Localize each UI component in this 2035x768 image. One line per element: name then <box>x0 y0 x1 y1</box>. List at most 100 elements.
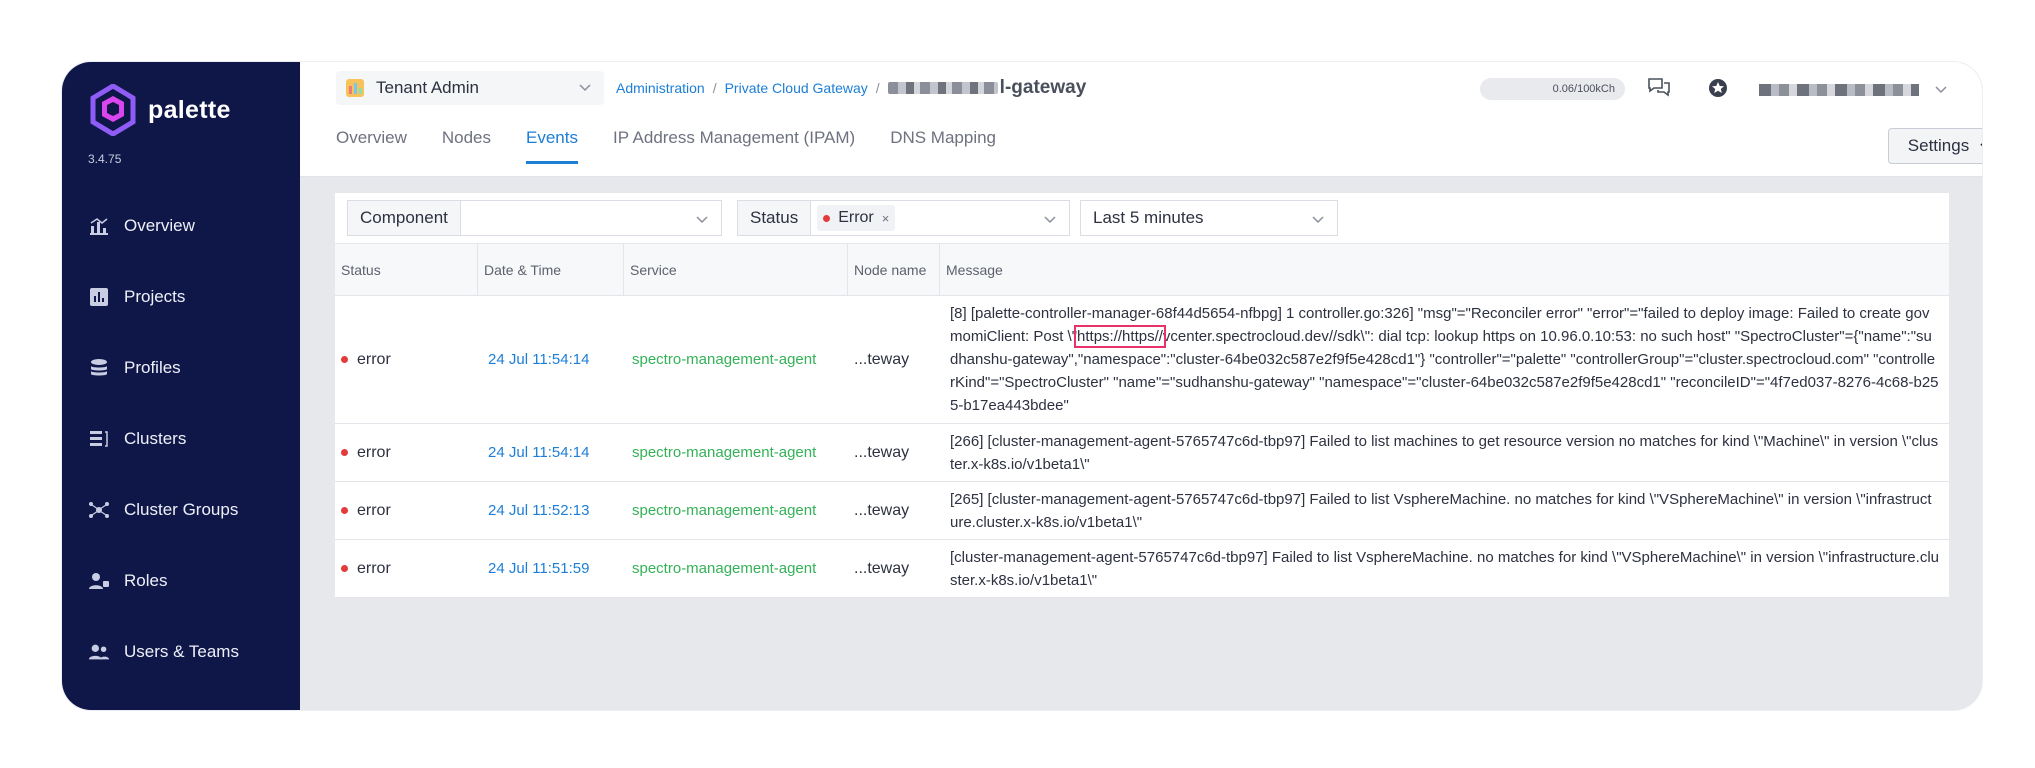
redacted-text <box>887 82 998 94</box>
date-link[interactable]: 24 Jul 11:54:14 <box>484 444 589 461</box>
highlighted-url: https://https// <box>1074 325 1166 348</box>
node-text: ...teway <box>854 501 910 519</box>
status-cell: error <box>335 296 478 423</box>
service-text: spectro-management-agent <box>632 444 817 461</box>
node-cell: ...teway <box>848 540 940 597</box>
service-text: spectro-management-agent <box>632 351 817 368</box>
table-row[interactable]: error 24 Jul 11:52:13 spectro-management… <box>335 482 1949 540</box>
sidebar-item-label: Roles <box>124 570 168 590</box>
events-panel: Component Status Error × Last 5 minutes <box>335 193 1949 598</box>
status-tag: Error × <box>817 205 896 231</box>
chevron-down-icon[interactable] <box>1934 82 1948 96</box>
tab-ipam[interactable]: IP Address Management (IPAM) <box>613 128 855 164</box>
date-link[interactable]: 24 Jul 11:54:14 <box>484 351 589 368</box>
sidebar-item-clusters[interactable]: Clusters <box>62 403 300 474</box>
breadcrumb: Administration / Private Cloud Gateway /… <box>616 77 1086 99</box>
error-dot-icon <box>341 449 348 456</box>
brand-name: palette <box>148 95 231 124</box>
sidebar-item-roles[interactable]: Roles <box>62 545 300 616</box>
settings-label: Settings <box>1907 136 1970 155</box>
date-cell: 24 Jul 11:51:59 <box>478 540 624 597</box>
message-cell: [265] [cluster-management-agent-5765747c… <box>940 482 1949 539</box>
service-text: spectro-management-agent <box>632 502 817 519</box>
component-filter[interactable]: Component <box>347 200 722 236</box>
message-text: [8] [palette-controller-manager-68f44d56… <box>946 296 1943 423</box>
node-cell: ...teway <box>848 482 940 539</box>
message-text: [cluster-management-agent-5765747c6d-tbp… <box>950 548 1939 589</box>
node-cell: ...teway <box>848 296 940 423</box>
column-header-service[interactable]: Service <box>624 244 848 295</box>
overview-icon <box>88 215 110 237</box>
date-cell: 24 Jul 11:52:13 <box>478 482 624 539</box>
message-cell: [8] [palette-controller-manager-68f44d56… <box>940 296 1949 423</box>
brand[interactable]: palette <box>90 84 231 136</box>
sidebar-item-users-teams[interactable]: Users & Teams <box>62 616 300 687</box>
breadcrumb-private-cloud-gateway[interactable]: Private Cloud Gateway <box>725 80 868 96</box>
tab-dns-mapping[interactable]: DNS Mapping <box>890 128 996 164</box>
tab-overview[interactable]: Overview <box>336 128 407 164</box>
tenant-label: Tenant Admin <box>376 78 480 97</box>
status-cell: error <box>335 540 478 597</box>
users-teams-icon <box>88 641 110 663</box>
sidebar: palette 3.4.75 Overview Projects Profile <box>62 62 300 710</box>
chevron-down-icon <box>579 84 591 92</box>
component-filter-label: Component <box>348 201 461 235</box>
column-header-date[interactable]: Date & Time <box>478 244 624 295</box>
roles-icon <box>88 570 110 592</box>
remove-tag-icon[interactable]: × <box>882 211 890 226</box>
table-row[interactable]: error 24 Jul 11:54:14 spectro-management… <box>335 424 1949 482</box>
date-link[interactable]: 24 Jul 11:52:13 <box>484 502 589 519</box>
status-text: error <box>357 443 391 461</box>
status-text: error <box>357 350 391 368</box>
message-cell: [266] [cluster-management-agent-5765747c… <box>940 424 1949 481</box>
chevron-down-icon <box>1044 216 1056 224</box>
projects-icon <box>88 286 110 308</box>
table-row[interactable]: error 24 Jul 11:54:14 spectro-management… <box>335 296 1949 424</box>
column-header-status[interactable]: Status <box>335 244 478 295</box>
tab-events[interactable]: Events <box>526 128 578 164</box>
chevron-down-icon <box>696 216 708 224</box>
chat-icon[interactable] <box>1646 76 1672 100</box>
tenant-selector[interactable]: Tenant Admin <box>336 71 604 105</box>
status-tag-label: Error <box>838 209 874 226</box>
sidebar-nav: Overview Projects Profiles Clusters Clus… <box>62 190 300 687</box>
time-range-select[interactable]: Last 5 minutes <box>1080 200 1338 236</box>
service-cell: spectro-management-agent <box>624 482 848 539</box>
sidebar-item-label: Profiles <box>124 357 181 377</box>
service-cell: spectro-management-agent <box>624 540 848 597</box>
breadcrumb-separator: / <box>712 80 717 96</box>
top-bar: Tenant Admin Administration / Private Cl… <box>300 62 1982 177</box>
column-header-message[interactable]: Message <box>940 244 1949 295</box>
star-badge-icon[interactable] <box>1708 78 1728 98</box>
table-header: Status Date & Time Service Node name Mes… <box>335 244 1949 296</box>
sidebar-item-overview[interactable]: Overview <box>62 190 300 261</box>
sidebar-item-label: Clusters <box>124 428 187 448</box>
events-table: Status Date & Time Service Node name Mes… <box>335 243 1949 598</box>
tab-nodes[interactable]: Nodes <box>442 128 491 164</box>
user-menu[interactable] <box>1759 84 1919 96</box>
date-link[interactable]: 24 Jul 11:51:59 <box>484 560 589 577</box>
error-dot-icon <box>341 565 348 572</box>
app-frame: palette 3.4.75 Overview Projects Profile <box>61 61 1983 711</box>
sidebar-item-profiles[interactable]: Profiles <box>62 332 300 403</box>
chevron-down-icon <box>1980 143 1982 147</box>
settings-button[interactable]: Settings <box>1888 128 1982 164</box>
node-text: ...teway <box>854 559 910 577</box>
sidebar-item-label: Overview <box>124 215 195 235</box>
message-cell: [cluster-management-agent-5765747c6d-tbp… <box>940 540 1949 597</box>
cluster-groups-icon <box>88 499 110 521</box>
status-cell: error <box>335 482 478 539</box>
sidebar-item-projects[interactable]: Projects <box>62 261 300 332</box>
profiles-icon <box>88 357 110 379</box>
breadcrumb-administration[interactable]: Administration <box>616 80 705 96</box>
sidebar-item-label: Users & Teams <box>124 641 239 661</box>
status-filter[interactable]: Status Error × <box>737 200 1070 236</box>
credit-usage-badge: 0.06/100kCh <box>1480 78 1625 100</box>
chevron-down-icon <box>1312 216 1324 224</box>
filter-bar: Component Status Error × Last 5 minutes <box>335 193 1949 243</box>
tenant-icon <box>346 79 364 97</box>
sidebar-item-cluster-groups[interactable]: Cluster Groups <box>62 474 300 545</box>
table-row[interactable]: error 24 Jul 11:51:59 spectro-management… <box>335 540 1949 598</box>
column-header-node[interactable]: Node name <box>848 244 940 295</box>
sidebar-item-label: Projects <box>124 286 186 306</box>
